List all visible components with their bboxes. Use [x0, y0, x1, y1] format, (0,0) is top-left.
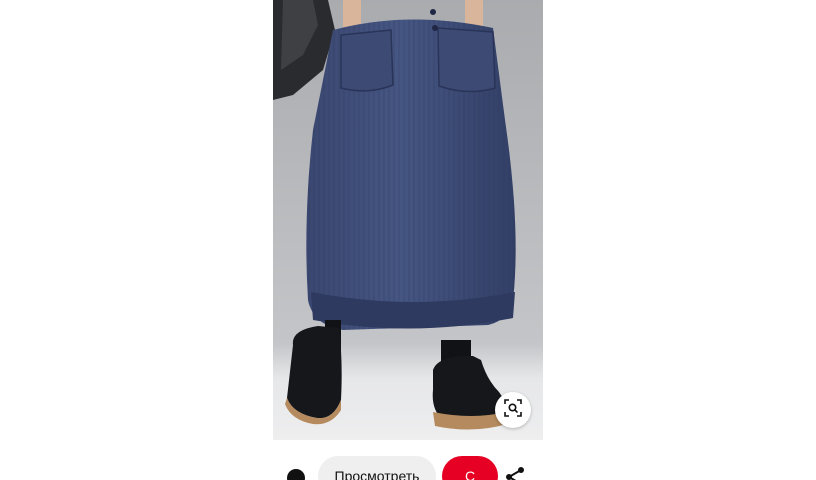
save-button-label: С — [464, 468, 476, 480]
pin-image[interactable] — [273, 0, 543, 440]
visual-search-button[interactable] — [495, 392, 531, 428]
view-button[interactable]: Просмотреть — [318, 456, 436, 480]
share-icon — [504, 467, 526, 480]
view-button-label: Просмотреть — [334, 468, 420, 480]
save-button[interactable]: С — [442, 456, 498, 480]
visual-search-icon — [504, 398, 522, 422]
share-button[interactable] — [504, 466, 526, 480]
pin-detail-page: Просмотреть С — [0, 0, 816, 480]
avatar[interactable] — [287, 469, 305, 480]
pin-action-bar: Просмотреть С — [273, 452, 543, 480]
